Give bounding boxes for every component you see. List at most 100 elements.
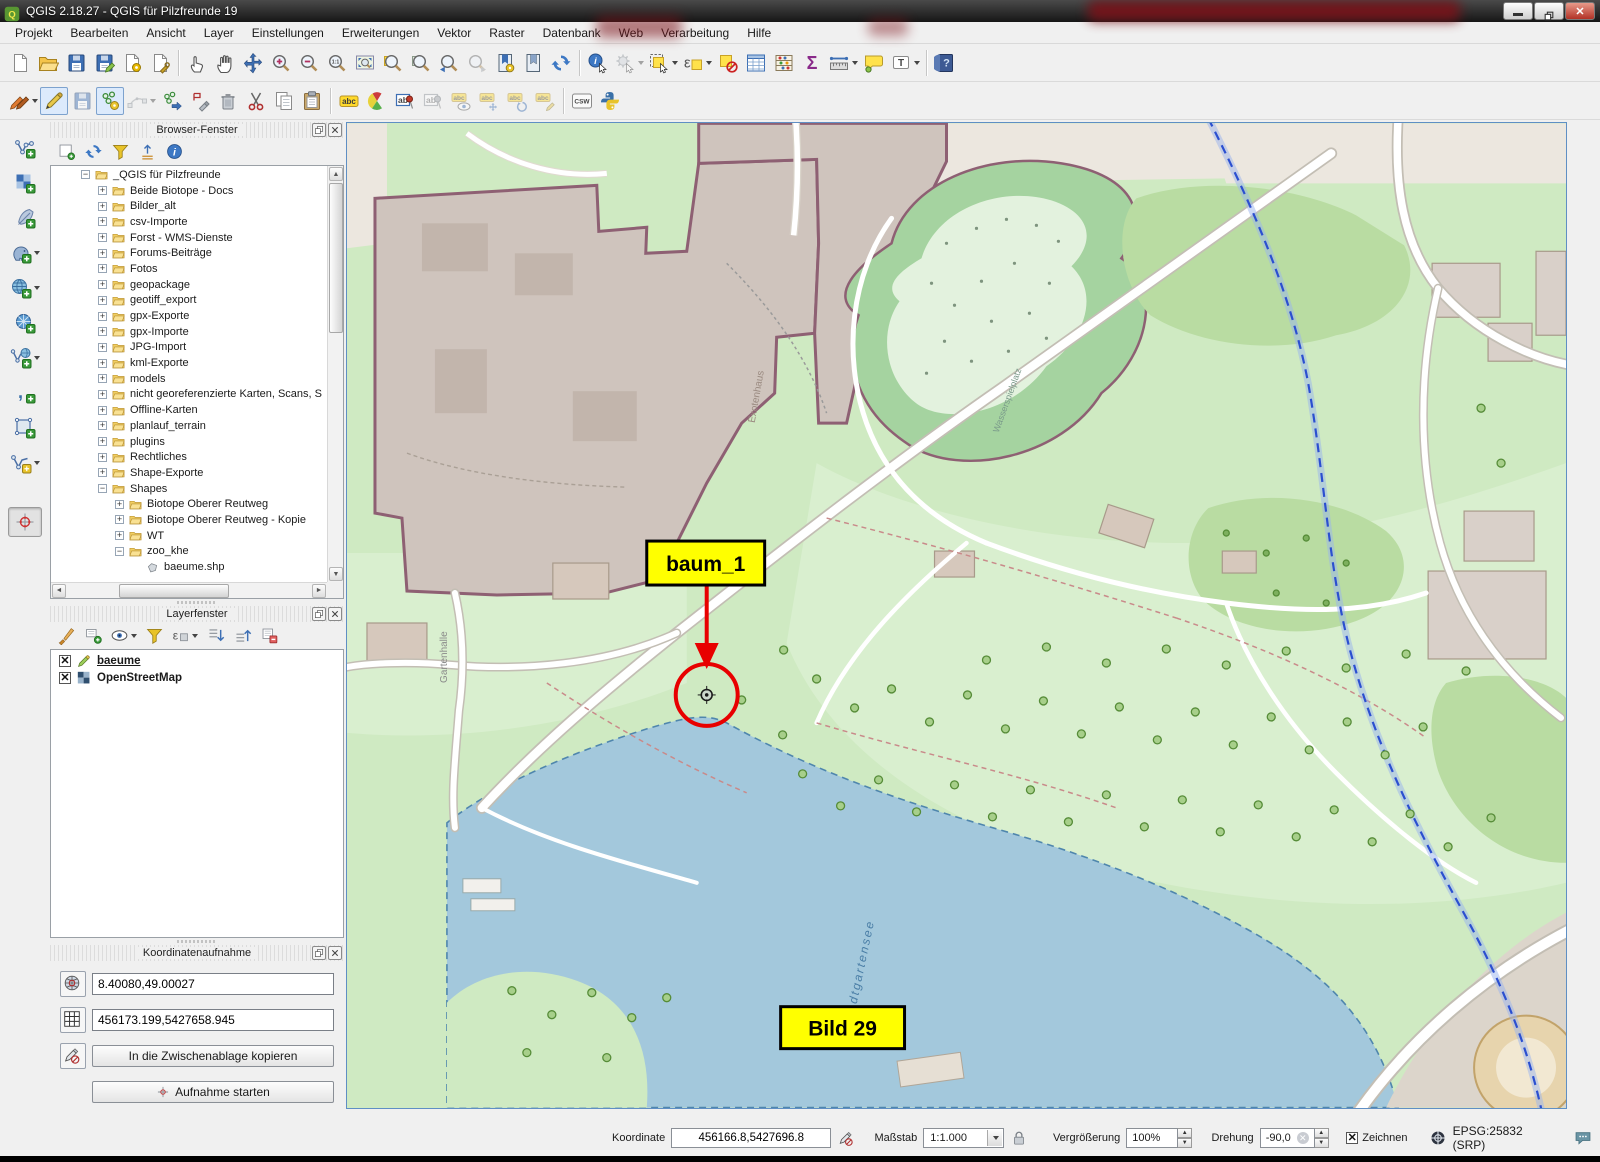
node-tool-button[interactable] [124,87,158,115]
tree-item[interactable]: + geotiff_export [51,293,327,309]
current-edits-button[interactable] [6,87,40,115]
dropdown-arrow-icon[interactable] [672,60,678,65]
dropdown-arrow-icon[interactable] [706,60,712,65]
dock-splitter[interactable] [50,938,344,945]
new-project-button[interactable] [6,49,34,77]
manage-visibility-button[interactable] [108,624,139,648]
cut-features-button[interactable] [242,87,270,115]
identify-features-button[interactable]: i [584,49,612,77]
tree-item[interactable]: + plugins [51,434,327,450]
deselect-all-button[interactable] [714,49,742,77]
copy-to-clipboard-button[interactable]: In die Zwischenablage kopieren [92,1045,334,1067]
new-virtual-layer-button[interactable] [8,449,42,477]
layers-float-button[interactable] [312,607,326,621]
add-spatialite-layer-button[interactable] [11,204,39,232]
tree-expander[interactable]: + [98,452,107,462]
tree-item[interactable]: + Forst - WMS-Dienste [51,230,327,246]
filter-browser-button[interactable] [108,140,132,164]
tree-item[interactable]: + kml-Exporte [51,355,327,371]
python-console-button[interactable] [596,87,624,115]
tree-item[interactable]: + Offline-Karten [51,402,327,418]
add-raster-layer-button[interactable] [11,169,39,197]
render-checkbox[interactable]: ✕ Zeichnen [1346,1132,1408,1144]
layer-styling-button[interactable] [54,624,78,648]
tree-item[interactable]: + Biotope Oberer Reutweg - Kopie [51,512,327,528]
dropdown-arrow-icon[interactable] [34,251,40,255]
layer-visibility-checkbox[interactable]: ✕ [59,654,71,667]
pin-labels-button[interactable]: ab [391,87,419,115]
geographic-coordinate-field[interactable] [92,973,334,995]
tree-expander[interactable]: + [98,217,107,227]
tree-item[interactable]: + Bilder_alt [51,198,327,214]
browser-float-button[interactable] [312,123,326,137]
tree-expander[interactable]: + [98,437,107,447]
tree-expander[interactable]: + [98,233,107,243]
dropdown-arrow-icon[interactable] [192,633,198,638]
new-bookmark-button[interactable] [491,49,519,77]
browser-hscrollbar[interactable]: ◄ ► [51,582,327,598]
dropdown-arrow-icon[interactable] [34,286,40,290]
collapse-all-button[interactable] [230,624,254,648]
zoom-last-button[interactable] [435,49,463,77]
coordinate-field[interactable] [671,1128,832,1148]
tree-expander[interactable]: + [98,295,107,305]
field-calculator-button[interactable] [770,49,798,77]
touch-zoom-button[interactable] [183,49,211,77]
help-button[interactable]: ? [931,49,959,77]
text-annotation-button[interactable]: T [888,49,922,77]
zoom-next-button[interactable] [463,49,491,77]
tree-item[interactable]: − zoo_khe [51,544,327,560]
save-project-as-button[interactable] [90,49,118,77]
tree-item[interactable]: + geopackage [51,277,327,293]
tree-expander[interactable]: + [115,499,124,509]
pan-map-button[interactable] [211,49,239,77]
add-selected-layers-button[interactable] [54,140,78,164]
scale-combo[interactable]: 1:1.000 [923,1128,1005,1148]
menu-projekt[interactable]: Projekt [6,24,61,42]
tree-expander[interactable]: + [98,342,107,352]
tree-expander[interactable]: + [115,515,124,525]
new-print-composer-button[interactable] [118,49,146,77]
reshape-features-button[interactable] [186,87,214,115]
delete-selected-button[interactable] [214,87,242,115]
coordinate-capture-button[interactable] [8,507,42,537]
properties-widget-button[interactable]: i [162,140,186,164]
layer-visibility-checkbox[interactable]: ✕ [59,671,71,684]
tree-item[interactable]: + nicht georeferenzierte Karten, Scans, S [51,387,327,403]
filter-legend-button[interactable] [142,624,166,648]
browser-close-button[interactable] [328,123,342,137]
save-layer-edits-button[interactable] [68,87,96,115]
dropdown-arrow-icon[interactable] [638,60,644,65]
layer-row[interactable]: ✕ baeume [51,652,343,669]
tree-item[interactable]: + Fotos [51,261,327,277]
select-by-expression-button[interactable]: ε [680,49,714,77]
layer-row[interactable]: ✕ OpenStreetMap [51,669,343,686]
tree-expander[interactable]: + [98,358,107,368]
zoom-to-selection-button[interactable] [379,49,407,77]
add-postgis-layer-button[interactable] [8,239,42,267]
collapse-tree-button[interactable] [135,140,159,164]
menu-bearbeiten[interactable]: Bearbeiten [61,24,137,42]
coordinate-float-button[interactable] [312,946,326,960]
start-capture-button[interactable]: Aufnahme starten [92,1081,334,1103]
pan-to-selection-button[interactable] [239,49,267,77]
rotate-label-button[interactable]: abc [503,87,531,115]
tree-expander[interactable]: + [98,264,107,274]
restore-button[interactable] [1534,2,1564,21]
map-canvas[interactable]: Gartenhalle Exotenhaus Wasserspielplatz … [346,122,1567,1109]
layers-close-button[interactable] [328,607,342,621]
refresh-browser-button[interactable] [81,140,105,164]
measure-line-button[interactable] [826,49,860,77]
change-label-button[interactable]: abc [531,87,559,115]
zoom-to-layer-button[interactable] [407,49,435,77]
show-bookmarks-button[interactable] [519,49,547,77]
tree-expander[interactable]: + [98,201,107,211]
tree-item[interactable]: + Biotope Oberer Reutweg [51,496,327,512]
add-wfs-layer-button[interactable] [8,344,42,372]
coordinate-close-button[interactable] [328,946,342,960]
menu-vektor[interactable]: Vektor [428,24,480,42]
zoom-in-button[interactable] [267,49,295,77]
add-group-button[interactable] [81,624,105,648]
tree-expander[interactable]: + [98,186,107,196]
projected-coordinate-field[interactable] [92,1009,334,1031]
